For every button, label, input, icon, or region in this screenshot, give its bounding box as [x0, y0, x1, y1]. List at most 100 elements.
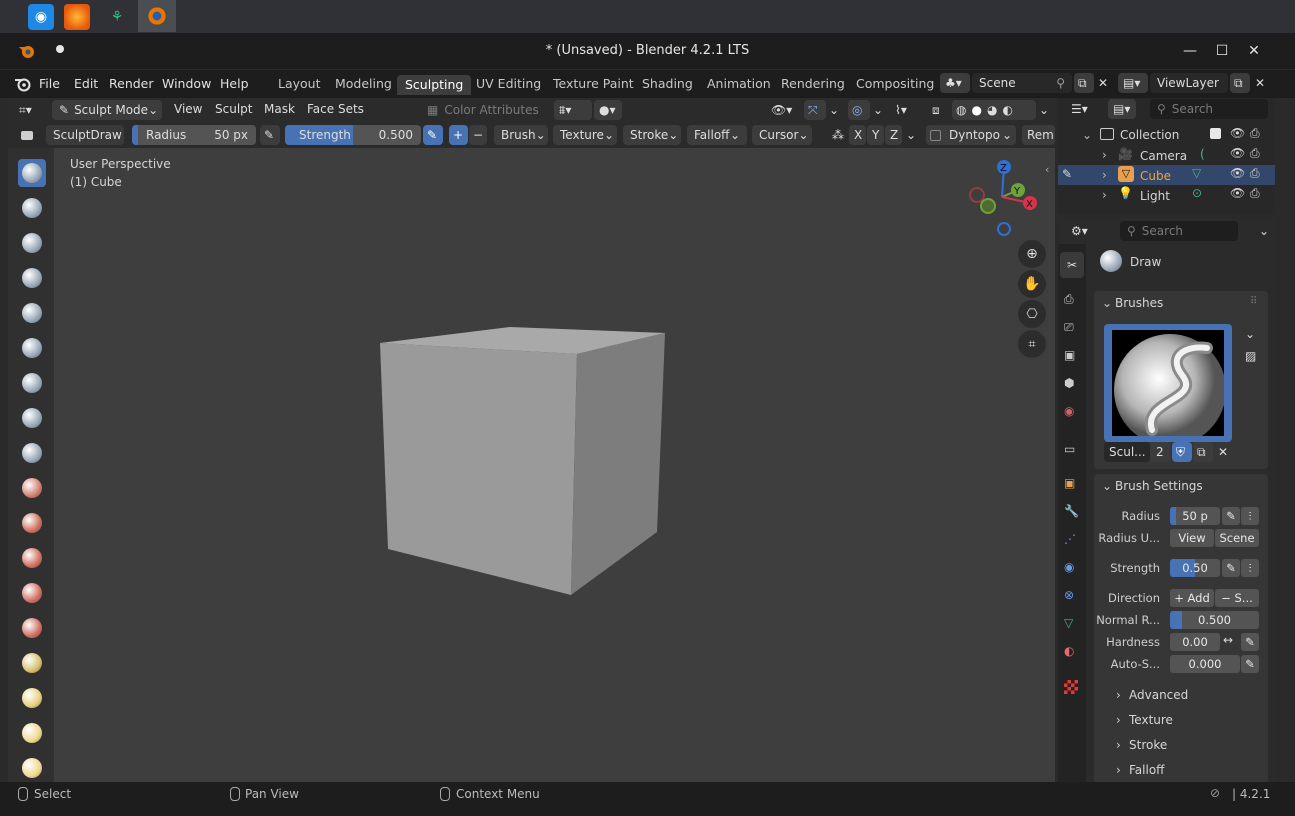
tool-pinch[interactable] [18, 649, 46, 677]
tool-scrape[interactable] [18, 579, 46, 607]
panel-collapse-icon[interactable]: ⌄ [1102, 296, 1112, 310]
material-shading-icon[interactable]: ◕ [987, 103, 997, 117]
direction-add-toggle[interactable]: + Add [1170, 589, 1214, 607]
radius-pressure-button[interactable]: ✎ [260, 125, 280, 145]
brush-menu-dropdown[interactable]: ⌄ [1242, 324, 1260, 344]
collection-expand-icon[interactable]: ⌄ [1082, 128, 1092, 142]
shading-modes[interactable]: ◍ ● ◕ ◐ [952, 100, 1036, 120]
falloff-dropdown[interactable]: Falloff ⌄ [687, 125, 747, 145]
strength-unified-toggle[interactable]: ⫶ [1241, 559, 1259, 577]
camera-view-icon[interactable]: ⎔ [1018, 300, 1046, 328]
expand-icon[interactable]: › [1102, 188, 1107, 202]
brush-dropdown[interactable]: Brush ⌄ [494, 125, 548, 145]
tool-layer[interactable] [18, 334, 46, 362]
shading-dropdown[interactable]: ⌄ [1036, 100, 1052, 120]
tool-draw[interactable] [18, 159, 46, 187]
mode-dropdown[interactable]: ✎ Sculpt Mode ⌄ [52, 100, 162, 120]
eye-icon[interactable]: 👁 [1230, 126, 1245, 140]
overlay-dropdown[interactable]: ⌄ [870, 100, 886, 120]
tab-modifier-icon[interactable]: 🔧 [1064, 504, 1079, 518]
tab-collection-icon[interactable]: ▭ [1064, 442, 1075, 456]
view-layer-name-field[interactable]: ViewLayer [1150, 73, 1228, 93]
network-disabled-icon[interactable]: ⊘ [1210, 786, 1220, 800]
dyntopo-toggle[interactable]: Dyntopo ⌄ [926, 125, 1016, 145]
fake-user-button[interactable]: ⛨ [1172, 442, 1192, 462]
duplicate-brush-button[interactable]: ⧉ [1193, 442, 1213, 462]
menu-sculpt[interactable]: Sculpt [215, 102, 252, 116]
strength-slider[interactable]: Strength 0.500 [285, 125, 421, 145]
menu-edit[interactable]: Edit [74, 76, 98, 91]
scene-name-field[interactable]: Scene ⚲ [972, 73, 1072, 93]
mirror-y-toggle[interactable]: Y [867, 125, 884, 145]
sidebar-toggle-icon[interactable]: ‹ [1045, 163, 1055, 177]
navigation-gizmo[interactable]: Z Y X [962, 155, 1046, 239]
tool-flatten[interactable] [18, 509, 46, 537]
tab-scene-icon[interactable]: ⬢ [1064, 376, 1074, 390]
eye-icon[interactable]: 👁 [1230, 146, 1245, 160]
tab-rendering[interactable]: Rendering [781, 76, 845, 96]
tab-particles-icon[interactable]: ⋰ [1064, 532, 1076, 546]
tab-render-icon[interactable]: ⎙ [1064, 292, 1074, 307]
tab-view-layer-icon[interactable]: ▣ [1064, 348, 1075, 362]
properties-search-input[interactable]: ⚲ Search [1120, 221, 1238, 241]
direction-subtract-toggle[interactable]: − S... [1215, 589, 1259, 607]
close-icon[interactable]: ✕ [1240, 39, 1268, 63]
autosmooth-pressure-toggle[interactable]: ✎ [1241, 655, 1259, 673]
gizmo-neg-z[interactable] [997, 222, 1011, 236]
tool-smooth[interactable] [18, 474, 46, 502]
menu-render[interactable]: Render [109, 76, 154, 91]
radius-unified-toggle[interactable]: ⫶ [1241, 507, 1259, 525]
chevron-right-icon[interactable]: › [1116, 738, 1121, 752]
chevron-right-icon[interactable]: › [1116, 688, 1121, 702]
cube-object[interactable] [370, 325, 680, 605]
camera-render-icon[interactable]: ⎙ [1250, 186, 1260, 201]
tool-fill[interactable] [18, 544, 46, 572]
tab-texture-icon[interactable] [1064, 680, 1078, 694]
brush-datablock-name[interactable]: Scul... [1104, 442, 1150, 462]
outliner-item-light[interactable]: Light [1140, 189, 1170, 203]
maximize-icon[interactable]: ☐ [1208, 39, 1236, 63]
tool-draw-sharp[interactable] [18, 194, 46, 222]
remesh-button[interactable]: Rem [1022, 125, 1055, 145]
tab-compositing[interactable]: Compositing [856, 76, 934, 96]
subpanel-stroke[interactable]: Stroke [1129, 738, 1167, 752]
outliner-editor-type-button[interactable]: ☰▾ [1066, 99, 1096, 119]
direction-add-button[interactable]: + [449, 125, 468, 145]
menu-help[interactable]: Help [220, 76, 249, 91]
strength-field[interactable]: 0.50 [1170, 559, 1220, 577]
wireframe-shading-icon[interactable]: ◍ [956, 103, 966, 117]
symmetry-dropdown[interactable]: ⌄ [903, 125, 919, 145]
gizmo-dropdown[interactable]: ⌄ [826, 100, 842, 120]
radius-unit-scene-button[interactable]: Scene [1215, 529, 1259, 547]
blender-taskbar-icon[interactable] [138, 0, 176, 32]
normal-radius-field[interactable]: 0.500 [1170, 611, 1259, 629]
menu-window[interactable]: Window [162, 76, 211, 91]
visibility-dropdown[interactable]: 👁▾ [766, 100, 798, 120]
outliner-search-input[interactable]: ⚲ Search [1150, 99, 1268, 119]
eye-icon[interactable]: 👁 [1230, 166, 1245, 180]
outliner-item-camera[interactable]: Camera [1140, 149, 1187, 163]
collection-label[interactable]: Collection [1120, 128, 1179, 142]
color-attributes-dropdown[interactable]: ▦ Color Attributes [420, 100, 548, 120]
eye-icon[interactable]: 👁 [1230, 186, 1245, 200]
tab-physics-icon[interactable]: ◉ [1064, 560, 1074, 574]
menu-file[interactable]: File [39, 76, 60, 91]
perspective-grid-icon[interactable]: ⌗ [1018, 330, 1046, 358]
direction-subtract-button[interactable]: − [469, 125, 487, 145]
outliner-item-cube[interactable]: Cube [1140, 169, 1171, 183]
subpanel-texture[interactable]: Texture [1129, 713, 1173, 727]
tool-blob[interactable] [18, 404, 46, 432]
editor-type-button[interactable]: ⌗▾ [14, 100, 46, 120]
tool-clay-thumb[interactable] [18, 299, 46, 327]
tab-shading[interactable]: Shading [642, 76, 693, 96]
tool-grab[interactable] [18, 684, 46, 712]
brush-preview[interactable] [1104, 324, 1232, 446]
brush-image-button[interactable]: ▨ [1242, 346, 1260, 366]
tab-sculpting[interactable]: Sculpting [397, 75, 472, 95]
tab-modeling[interactable]: Modeling [335, 76, 392, 96]
radius-unit-view-button[interactable]: View [1170, 529, 1214, 547]
tool-snake-hook[interactable] [18, 754, 46, 782]
camera-render-icon[interactable]: ⎙ [1250, 146, 1260, 161]
camera-render-icon[interactable]: ⎙ [1250, 166, 1260, 181]
menu-face-sets[interactable]: Face Sets [307, 102, 364, 116]
